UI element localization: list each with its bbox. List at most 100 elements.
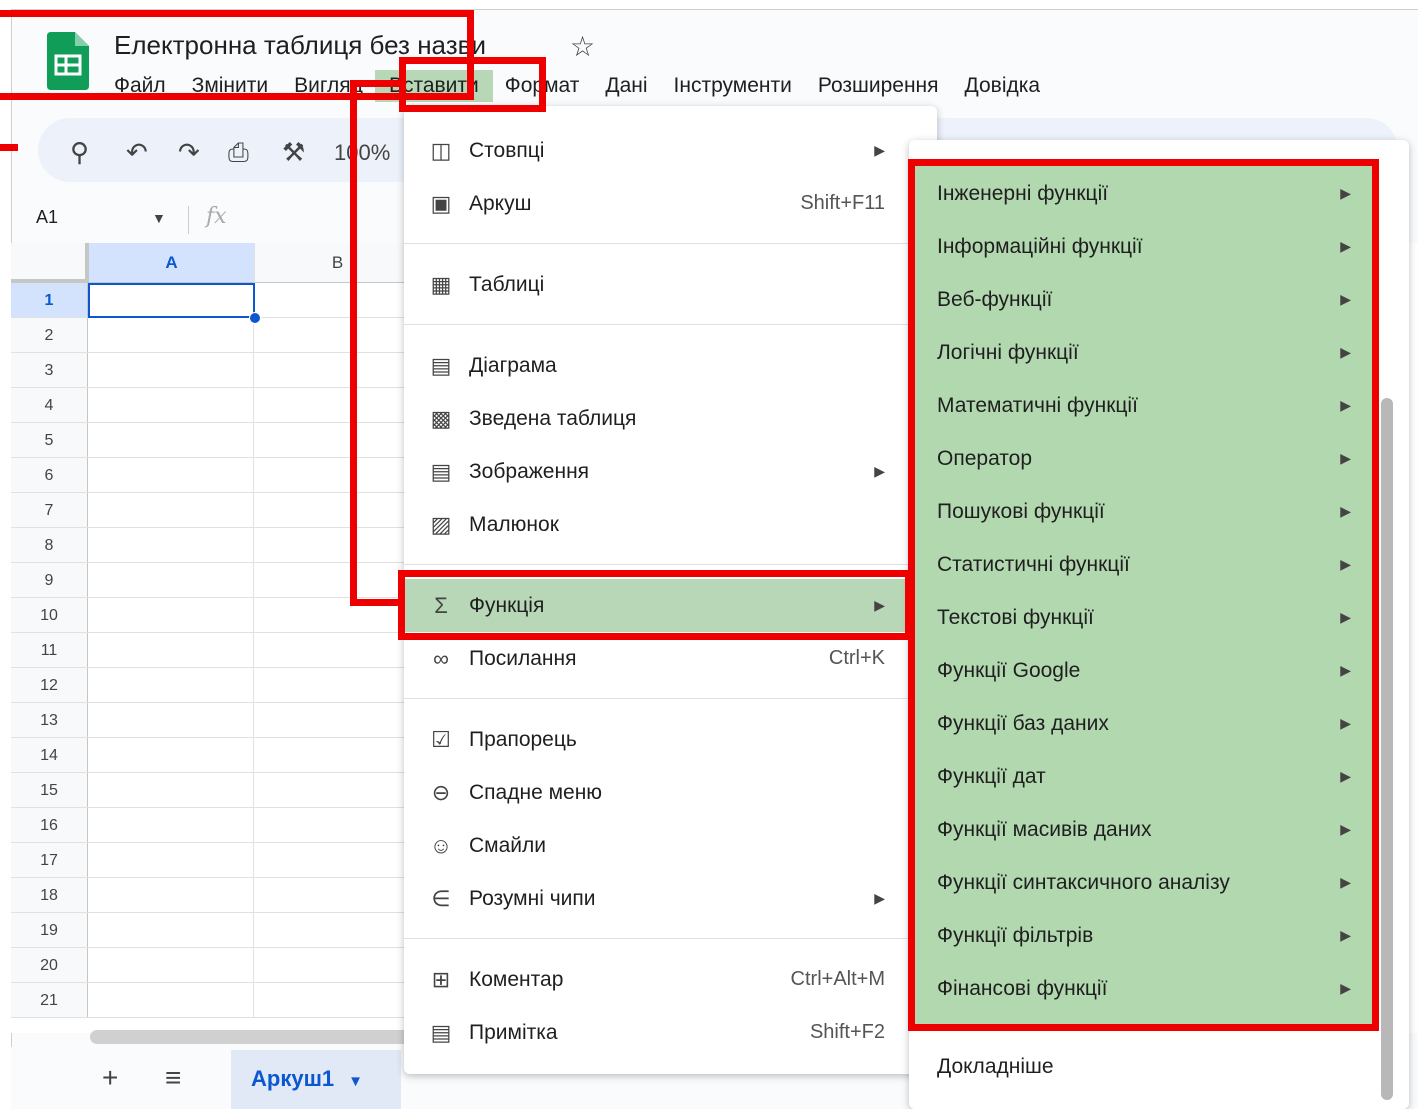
grid-cell[interactable] xyxy=(254,843,420,877)
add-sheet-icon[interactable]: + xyxy=(102,1062,118,1094)
grid-cell[interactable] xyxy=(254,423,420,457)
grid-cell[interactable] xyxy=(88,423,254,457)
grid-cell[interactable] xyxy=(88,528,254,562)
grid-cell[interactable] xyxy=(88,843,254,877)
column-header-a[interactable]: A xyxy=(89,243,255,283)
grid-cell[interactable] xyxy=(254,773,420,807)
row-header[interactable]: 12 xyxy=(11,668,88,702)
menu-item-comment[interactable]: ⊞ Коментар Ctrl+Alt+M xyxy=(404,953,937,1006)
grid-cell[interactable] xyxy=(88,318,254,352)
menu-help[interactable]: Довідка xyxy=(965,74,1041,98)
menu-item-drawing[interactable]: ▨ Малюнок xyxy=(404,498,937,551)
grid-cell[interactable] xyxy=(254,703,420,737)
grid-cell[interactable] xyxy=(254,983,420,1017)
row-header[interactable]: 2 xyxy=(11,318,88,352)
search-icon[interactable]: ⚲ xyxy=(70,137,89,168)
grid-cell[interactable] xyxy=(254,913,420,947)
grid-cell[interactable] xyxy=(254,563,420,597)
grid-cell[interactable] xyxy=(254,318,420,352)
vertical-scrollbar[interactable] xyxy=(1381,398,1393,1100)
column-header-b[interactable]: B xyxy=(255,243,421,283)
grid-cell[interactable] xyxy=(88,563,254,597)
menu-item-image[interactable]: ▤ Зображення ▶ xyxy=(404,445,937,498)
undo-icon[interactable]: ↶ xyxy=(126,137,148,168)
menu-item-emoji[interactable]: ☺ Смайли xyxy=(404,819,937,872)
grid-cell[interactable] xyxy=(254,353,420,387)
row-header[interactable]: 20 xyxy=(11,948,88,982)
sheet-tab[interactable]: Аркуш1 ▼ xyxy=(231,1050,401,1109)
grid-cell[interactable] xyxy=(254,633,420,667)
menu-item-note[interactable]: ▤ Примітка Shift+F2 xyxy=(404,1006,937,1059)
name-box[interactable]: A1 xyxy=(36,207,58,228)
grid-cell[interactable] xyxy=(88,948,254,982)
chevron-down-icon[interactable]: ▼ xyxy=(348,1073,363,1090)
paint-format-icon[interactable]: ⚒ xyxy=(282,137,305,168)
grid-cell[interactable] xyxy=(88,913,254,947)
menu-item-columns[interactable]: ◫ Стовпці ▶ xyxy=(404,124,937,177)
fill-handle[interactable] xyxy=(249,312,261,324)
grid-cell[interactable] xyxy=(88,878,254,912)
grid-cell[interactable] xyxy=(254,458,420,492)
grid-cell[interactable] xyxy=(88,808,254,842)
selected-cell-a1[interactable] xyxy=(88,283,255,318)
menu-item-smart-chip[interactable]: ∈ Розумні чипи ▶ xyxy=(404,872,937,925)
grid-cell[interactable] xyxy=(254,668,420,702)
menu-item-sheet[interactable]: ▣ Аркуш Shift+F11 xyxy=(404,177,937,230)
grid-cell[interactable] xyxy=(254,493,420,527)
print-icon[interactable]: ⎙ xyxy=(228,137,249,169)
grid-cell[interactable] xyxy=(254,283,420,317)
menu-tools[interactable]: Інструменти xyxy=(674,74,792,98)
grid-cell[interactable] xyxy=(88,983,254,1017)
all-sheets-icon[interactable]: ≡ xyxy=(165,1062,181,1094)
grid-cell[interactable] xyxy=(88,738,254,772)
row-header[interactable]: 19 xyxy=(11,913,88,947)
grid-cell[interactable] xyxy=(254,738,420,772)
row-header[interactable]: 21 xyxy=(11,983,88,1017)
row-header[interactable]: 7 xyxy=(11,493,88,527)
row-header[interactable]: 9 xyxy=(11,563,88,597)
row-header[interactable]: 4 xyxy=(11,388,88,422)
zoom-select[interactable]: 100% xyxy=(334,140,390,166)
redo-icon[interactable]: ↷ xyxy=(178,137,200,168)
row-header[interactable]: 10 xyxy=(11,598,88,632)
grid-cell[interactable] xyxy=(254,388,420,422)
row-header[interactable]: 17 xyxy=(11,843,88,877)
menu-item-checkbox[interactable]: ☑ Прапорець xyxy=(404,713,937,766)
row-header[interactable]: 3 xyxy=(11,353,88,387)
row-header[interactable]: 15 xyxy=(11,773,88,807)
row-header[interactable]: 14 xyxy=(11,738,88,772)
grid-cell[interactable] xyxy=(88,773,254,807)
menu-item-pivot-table[interactable]: ▩ Зведена таблиця xyxy=(404,392,937,445)
row-header[interactable]: 6 xyxy=(11,458,88,492)
menu-data[interactable]: Дані xyxy=(605,74,647,98)
row-header[interactable]: 18 xyxy=(11,878,88,912)
grid-cell[interactable] xyxy=(88,633,254,667)
menu-item-dropdown[interactable]: ⊖ Спадне меню xyxy=(404,766,937,819)
row-header[interactable]: 8 xyxy=(11,528,88,562)
grid-cell[interactable] xyxy=(88,353,254,387)
menu-item-label: Примітка xyxy=(469,1020,558,1044)
grid-cell[interactable] xyxy=(88,668,254,702)
menu-extensions[interactable]: Розширення xyxy=(818,74,939,98)
row-header[interactable]: 13 xyxy=(11,703,88,737)
menu-item-table[interactable]: ▦ Таблиці xyxy=(404,258,937,311)
grid-cell[interactable] xyxy=(254,808,420,842)
row-header[interactable]: 16 xyxy=(11,808,88,842)
grid-cell[interactable] xyxy=(88,703,254,737)
row-header[interactable]: 11 xyxy=(11,633,88,667)
grid-cell[interactable] xyxy=(88,388,254,422)
horizontal-scrollbar[interactable] xyxy=(90,1030,420,1044)
grid-cell[interactable] xyxy=(254,948,420,982)
grid-cell[interactable] xyxy=(88,598,254,632)
row-header[interactable]: 5 xyxy=(11,423,88,457)
grid-cell[interactable] xyxy=(88,493,254,527)
star-icon[interactable]: ☆ xyxy=(570,30,595,63)
learn-more-link[interactable]: Докладніше xyxy=(937,1055,1054,1079)
grid-cell[interactable] xyxy=(254,528,420,562)
grid-cell[interactable] xyxy=(254,878,420,912)
grid-cell[interactable] xyxy=(88,458,254,492)
chevron-down-icon[interactable]: ▼ xyxy=(152,210,166,226)
row-header[interactable]: 1 xyxy=(11,283,88,317)
menu-item-chart[interactable]: ▤ Діаграма xyxy=(404,339,937,392)
select-all-corner[interactable] xyxy=(11,243,89,283)
